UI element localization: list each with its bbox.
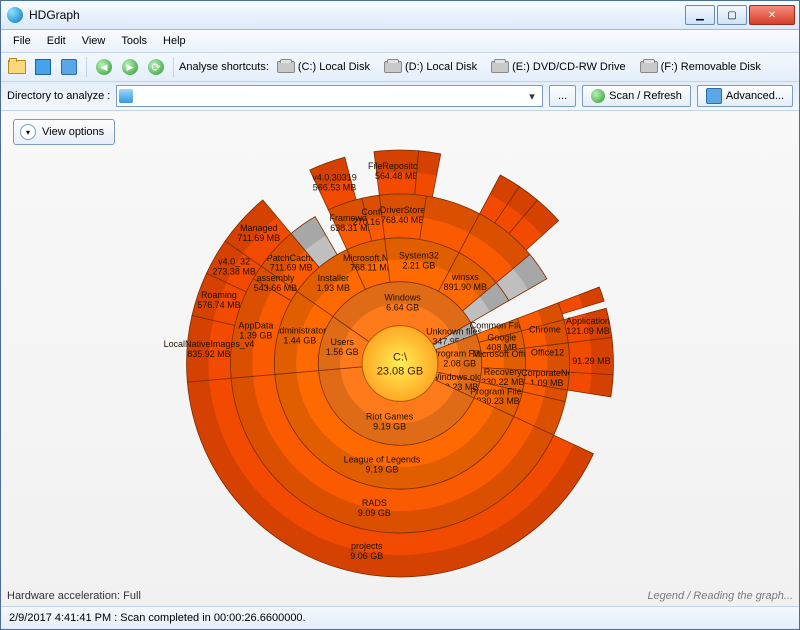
back-button[interactable]	[92, 55, 116, 79]
drive-icon	[640, 61, 658, 73]
menu-file[interactable]: File	[5, 30, 39, 52]
shortcut-label: (E:) DVD/CD-RW Drive	[512, 61, 625, 73]
back-icon	[96, 59, 112, 75]
view-options-button[interactable]: ▾ View options	[13, 119, 115, 145]
menu-edit[interactable]: Edit	[39, 30, 74, 52]
directory-label: Directory to analyze :	[7, 90, 110, 102]
menubar: File Edit View Tools Help	[1, 30, 799, 53]
center-name: C:\	[393, 351, 408, 363]
menu-view[interactable]: View	[74, 30, 114, 52]
sunburst-chart[interactable]: Windows6.64 GBUnknown files347.95 MBProg…	[1, 111, 799, 606]
refresh-icon	[148, 59, 164, 75]
separator	[173, 57, 174, 77]
drive-icon	[384, 61, 402, 73]
shortcut-label: (F:) Removable Disk	[661, 61, 761, 73]
directory-row: Directory to analyze : ▾ ... Scan / Refr…	[1, 82, 799, 111]
app-window: HDGraph ▁ ▢ ✕ File Edit View Tools Help …	[0, 0, 800, 630]
app-icon	[7, 7, 23, 23]
scan-label: Scan / Refresh	[609, 90, 682, 102]
minimize-button[interactable]: ▁	[685, 5, 715, 25]
hw-accel-label: Hardware acceleration: Full	[7, 590, 141, 602]
status-text: 2/9/2017 4:41:41 PM : Scan completed in …	[9, 612, 306, 624]
chevron-down-icon: ▾	[20, 124, 36, 140]
view-options-label: View options	[42, 126, 104, 138]
open-button[interactable]	[5, 55, 29, 79]
shortcuts-label: Analyse shortcuts:	[179, 61, 269, 73]
close-button[interactable]: ✕	[749, 5, 795, 25]
statusbar: 2/9/2017 4:41:41 PM : Scan completed in …	[1, 606, 799, 629]
forward-icon	[122, 59, 138, 75]
advanced-icon	[706, 88, 722, 104]
browse-button[interactable]: ...	[549, 85, 576, 107]
chevron-down-icon: ▾	[524, 90, 540, 103]
shortcut-c[interactable]: (C:) Local Disk	[271, 61, 376, 73]
scan-icon	[591, 89, 605, 103]
save-icon	[35, 59, 51, 75]
export-icon	[61, 59, 77, 75]
advanced-button[interactable]: Advanced...	[697, 85, 793, 107]
titlebar[interactable]: HDGraph ▁ ▢ ✕	[1, 1, 799, 30]
legend-link[interactable]: Legend / Reading the graph...	[647, 590, 793, 602]
separator	[86, 57, 87, 77]
chart-area[interactable]: ▾ View options Windows6.64 GBUnknown fil…	[1, 111, 799, 606]
save-button[interactable]	[31, 55, 55, 79]
toolbar: Analyse shortcuts: (C:) Local Disk (D:) …	[1, 53, 799, 82]
folder-open-icon	[8, 60, 26, 74]
drive-icon	[119, 89, 133, 103]
refresh-button[interactable]	[144, 55, 168, 79]
shortcut-f[interactable]: (F:) Removable Disk	[634, 61, 767, 73]
browse-label: ...	[558, 90, 567, 102]
shortcut-d[interactable]: (D:) Local Disk	[378, 61, 483, 73]
maximize-button[interactable]: ▢	[717, 5, 747, 25]
forward-button[interactable]	[118, 55, 142, 79]
window-title: HDGraph	[29, 8, 683, 22]
menu-tools[interactable]: Tools	[113, 30, 155, 52]
drive-icon	[491, 61, 509, 73]
shortcut-e[interactable]: (E:) DVD/CD-RW Drive	[485, 61, 631, 73]
export-button[interactable]	[57, 55, 81, 79]
drive-icon	[277, 61, 295, 73]
shortcut-label: (C:) Local Disk	[298, 61, 370, 73]
center-size: 23.08 GB	[377, 365, 423, 377]
advanced-label: Advanced...	[726, 90, 784, 102]
menu-help[interactable]: Help	[155, 30, 194, 52]
directory-combo[interactable]: ▾	[116, 85, 543, 107]
scan-button[interactable]: Scan / Refresh	[582, 85, 691, 107]
shortcut-label: (D:) Local Disk	[405, 61, 477, 73]
